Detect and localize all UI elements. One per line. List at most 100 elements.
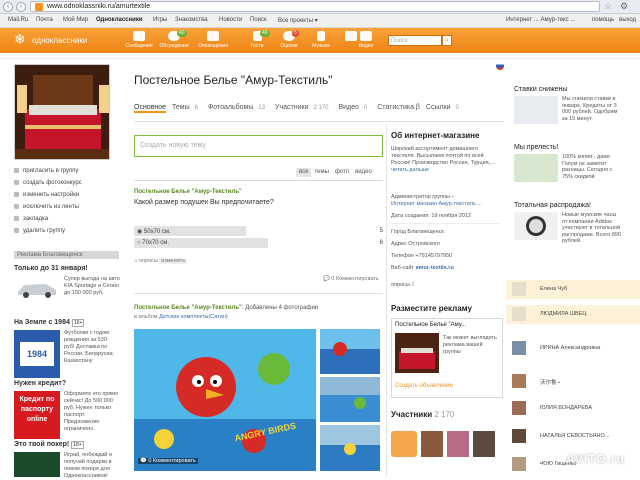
logout-link[interactable]: выход [619, 17, 636, 23]
top-link-mailru[interactable]: Mail.Ru [8, 17, 28, 23]
avatar[interactable] [473, 431, 495, 457]
ad-1984-title[interactable]: На Земле с 1984 16+ [14, 319, 85, 327]
toolbar-search-input[interactable]: Поиск [388, 35, 442, 46]
top-link-all-projects[interactable]: Все проекты ▾ [278, 17, 318, 24]
avatar [512, 457, 526, 471]
ad-1984-image[interactable]: 1984 [14, 330, 60, 378]
wrench-icon[interactable]: ⚙ [620, 1, 628, 12]
ad-1984-text[interactable]: Футболки с годом рождения за 530 руб! До… [64, 330, 118, 365]
sidebar-block-3-text[interactable]: Новые мужские часы от компании Adidas уч… [562, 212, 622, 245]
friend-item[interactable]: ЛЮДМИЛА ШВЕЦ [506, 305, 640, 324]
photo-comment-link[interactable]: 💬 0 Комментировать [138, 458, 198, 464]
filter-all[interactable]: все [296, 168, 312, 177]
toolbar-music[interactable]: Музыка [304, 31, 338, 49]
ad-poker-title[interactable]: Это твой покер! 18+ [14, 441, 84, 449]
ad-kia-title[interactable]: Только до 31 января! [14, 265, 88, 272]
sidebar-block-1-text[interactable]: Мы снизили ставки в январе. Кредиты от 3… [562, 96, 622, 122]
ad-credit-title[interactable]: Нужен кредит? [14, 380, 66, 387]
toolbar-video[interactable]: Видео [349, 31, 383, 49]
back-arrow-icon[interactable]: ‹ [3, 2, 13, 12]
top-link-dating[interactable]: Знакомства [175, 17, 208, 23]
sidebar-block-2-text[interactable]: 100% копия - даже Голум не заметит разни… [562, 154, 622, 180]
tab-albums[interactable]: Фотоальбомы 13 [208, 104, 269, 111]
group-avatar[interactable] [14, 64, 110, 160]
tab-video[interactable]: Видео 0 [338, 104, 371, 111]
friend-item[interactable]: ИРИНА Александровна [506, 339, 640, 358]
ad-poker-text[interactable]: Играй, побеждай и получай подарки в ново… [64, 452, 120, 480]
left-menu-settings[interactable]: изменить настройки [14, 192, 119, 198]
members-group-icon[interactable] [391, 431, 417, 457]
tab-links[interactable]: Ссылки 0 [426, 104, 463, 111]
new-topic-input[interactable]: Создать новую тему [134, 135, 383, 157]
top-link-mail[interactable]: Почта [36, 17, 53, 23]
bell-icon [207, 31, 219, 41]
left-menu-delete-group[interactable]: удалить группу [14, 228, 119, 234]
left-menu-photo-contest[interactable]: создать фотоконкурс [14, 180, 119, 186]
avatar [512, 307, 526, 321]
tab-members[interactable]: Участники 2 170 [275, 104, 332, 111]
tab-topics[interactable]: Темы 6 [172, 104, 202, 111]
top-link-search[interactable]: Поиск [250, 17, 267, 23]
ad-kia-text[interactable]: Супер выгода на авто KIA Sportage и Cera… [64, 276, 122, 297]
place-ad-card[interactable]: Постельное Белье "Аму... Так может выгля… [391, 318, 503, 398]
filter-video[interactable]: видео [352, 168, 375, 177]
photo-thumb[interactable] [320, 425, 380, 471]
sidebar-block-3-image[interactable] [514, 212, 558, 240]
bookmark-icon [14, 216, 19, 221]
filter-topics[interactable]: темы [311, 168, 331, 177]
poll-option[interactable]: ○ 70x70 см. 6 [134, 238, 383, 249]
poll-option[interactable]: ◉ 50x70 см. 5 [134, 226, 383, 237]
help-link[interactable]: помощь [592, 17, 614, 23]
car-icon [14, 276, 60, 300]
sidebar-block-1-image[interactable] [514, 96, 558, 124]
poll-comment-link[interactable]: 💬 0 Комментировать [323, 276, 379, 282]
create-ad-button[interactable]: Создать объявление [395, 383, 453, 389]
left-menu-exclude-feed[interactable]: исключить из ленты [14, 204, 119, 210]
search-icon[interactable]: ⌕ [442, 35, 452, 46]
poll-post-author[interactable]: Постельное Белье "Амур-Текстиль" [134, 189, 242, 195]
toolbar-ratings[interactable]: 5 Оценки [272, 30, 306, 49]
sidebar-block-2-image[interactable] [514, 154, 558, 182]
url-field[interactable]: www.odnoklassniki.ru/amurtextile [30, 1, 600, 12]
top-link-games[interactable]: Игры [153, 17, 167, 23]
tab-stats[interactable]: Статистика β [377, 104, 420, 111]
friend-item[interactable]: НАТАЛЬЯ СЕВОСТЬЯНО... [506, 427, 640, 446]
left-menu-bookmark[interactable]: закладка [14, 216, 119, 222]
bookmark-star-icon[interactable]: ☆ [604, 1, 612, 12]
read-more-link[interactable]: читать дальше [391, 167, 429, 173]
photo-main[interactable]: ANGRY BIRDS 💬 0 Комментировать [134, 329, 316, 471]
about-polls[interactable]: опросы 2 [391, 282, 501, 289]
tab-main[interactable]: Основное [134, 104, 167, 113]
top-link-news[interactable]: Новости [219, 17, 242, 23]
friend-item[interactable]: 沃尔鲁 • [506, 372, 640, 391]
top-link-odnoklassniki[interactable]: Одноклассники [96, 17, 143, 23]
sidebar-block-3-title[interactable]: Тотальная распродажа! [514, 202, 591, 209]
members-header[interactable]: Участники 2 170 [391, 410, 454, 419]
ad-kia-image[interactable] [14, 276, 60, 300]
friend-item[interactable]: Елена Чуб [506, 280, 640, 299]
toolbar-notifications[interactable]: Оповещения [196, 31, 230, 49]
music-note-icon [317, 31, 325, 41]
ad-credit-text[interactable]: Оформите его прямо сейчас! До 500 000 ру… [64, 391, 120, 433]
toolbar-discussions[interactable]: 40 Обсуждения [157, 30, 191, 49]
watch-icon [526, 216, 546, 236]
toolbar-messages[interactable]: Сообщения [122, 31, 156, 49]
friend-item[interactable]: ЮЛИЯ БОНДАРЕВА [506, 399, 640, 418]
top-profile-name[interactable]: Интернет ... Амур-текс ... [506, 17, 575, 23]
left-menu-invite[interactable]: пригласить в группу [14, 168, 119, 174]
sidebar-block-1-title[interactable]: Ставки снижены [514, 86, 567, 93]
photo-thumb[interactable] [320, 329, 380, 374]
toolbar-guests[interactable]: 40 Гости [240, 30, 274, 49]
avatar [512, 341, 526, 355]
photo-thumb[interactable] [320, 377, 380, 422]
top-link-mymir[interactable]: Мой Мир [63, 17, 88, 23]
ad-poker-image[interactable] [14, 452, 60, 477]
avatar[interactable] [421, 431, 443, 457]
avatar[interactable] [447, 431, 469, 457]
bedding-thumb-3 [320, 425, 380, 471]
forward-arrow-icon[interactable]: › [16, 2, 26, 12]
ad-credit-image[interactable]: Кредит по паспорту online [14, 391, 60, 439]
sidebar-block-2-title[interactable]: Мы прелесть! [514, 144, 558, 151]
feed-divider [134, 180, 383, 181]
filter-photo[interactable]: фото [332, 168, 352, 177]
